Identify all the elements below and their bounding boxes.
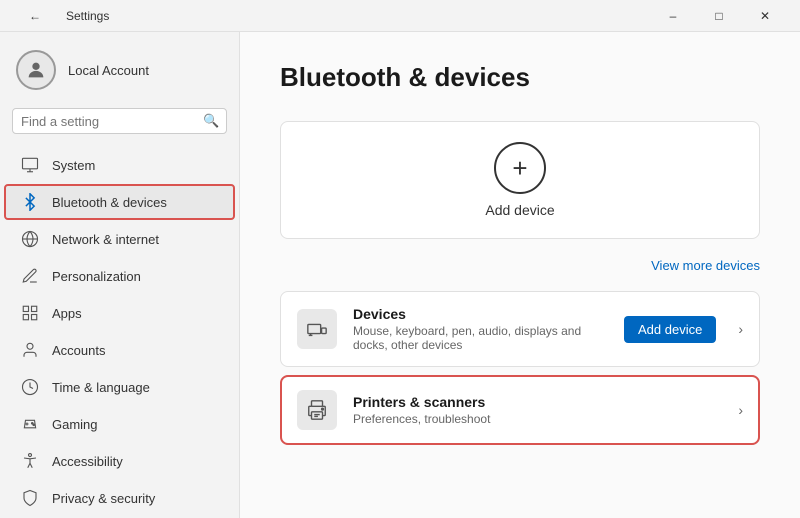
minimize-button[interactable]: – <box>650 0 696 32</box>
bluetooth-icon <box>20 192 40 212</box>
view-more-link: View more devices <box>280 251 760 291</box>
titlebar: ← Settings – □ ✕ <box>0 0 800 32</box>
printers-name: Printers & scanners <box>353 394 716 410</box>
printers-icon-svg <box>306 399 328 421</box>
printers-desc: Preferences, troubleshoot <box>353 412 716 426</box>
printers-chevron-icon: › <box>738 402 743 418</box>
user-name: Local Account <box>68 63 149 78</box>
sidebar-item-label: Apps <box>52 306 82 321</box>
apps-icon <box>20 303 40 323</box>
printers-info: Printers & scanners Preferences, trouble… <box>353 394 716 426</box>
add-device-plus-icon: + <box>494 142 546 194</box>
sidebar-item-system[interactable]: System <box>4 147 235 183</box>
devices-row[interactable]: Devices Mouse, keyboard, pen, audio, dis… <box>280 291 760 367</box>
titlebar-title: Settings <box>66 9 109 23</box>
sidebar-item-time[interactable]: Time & language <box>4 369 235 405</box>
user-section: Local Account <box>0 40 239 104</box>
devices-icon <box>297 309 337 349</box>
devices-chevron-icon: › <box>738 321 743 337</box>
personalization-icon <box>20 266 40 286</box>
search-input[interactable] <box>21 114 197 129</box>
sidebar-item-label: Accounts <box>52 343 105 358</box>
add-device-label: Add device <box>485 202 554 218</box>
sidebar-item-label: Accessibility <box>52 454 123 469</box>
view-more-devices-link[interactable]: View more devices <box>651 258 760 273</box>
sidebar-item-label: Network & internet <box>52 232 159 247</box>
sidebar-item-gaming[interactable]: Gaming <box>4 406 235 442</box>
sidebar-item-label: Gaming <box>52 417 98 432</box>
accounts-icon <box>20 340 40 360</box>
titlebar-left: ← Settings <box>12 0 109 32</box>
avatar <box>16 50 56 90</box>
devices-name: Devices <box>353 306 608 322</box>
sidebar-item-privacy[interactable]: Privacy & security <box>4 480 235 516</box>
sidebar-item-accounts[interactable]: Accounts <box>4 332 235 368</box>
nav-list: System Bluetooth & devices Network & int… <box>0 146 239 517</box>
privacy-icon <box>20 488 40 508</box>
system-icon <box>20 155 40 175</box>
sidebar-item-personalization[interactable]: Personalization <box>4 258 235 294</box>
close-button[interactable]: ✕ <box>742 0 788 32</box>
titlebar-controls: – □ ✕ <box>650 0 788 32</box>
sidebar-item-network[interactable]: Network & internet <box>4 221 235 257</box>
gaming-icon <box>20 414 40 434</box>
printers-icon <box>297 390 337 430</box>
page-title: Bluetooth & devices <box>280 62 760 93</box>
back-button[interactable]: ← <box>12 0 58 32</box>
sidebar-item-label: Personalization <box>52 269 141 284</box>
main-container: Local Account 🔍 System Bluetooth & devic… <box>0 32 800 518</box>
search-icon: 🔍 <box>203 113 219 129</box>
user-icon <box>25 59 47 81</box>
sidebar-item-label: System <box>52 158 95 173</box>
devices-desc: Mouse, keyboard, pen, audio, displays an… <box>353 324 608 352</box>
time-icon <box>20 377 40 397</box>
sidebar: Local Account 🔍 System Bluetooth & devic… <box>0 32 240 518</box>
sidebar-item-label: Time & language <box>52 380 150 395</box>
devices-icon-svg <box>306 318 328 340</box>
sidebar-item-bluetooth[interactable]: Bluetooth & devices <box>4 184 235 220</box>
devices-add-device-button[interactable]: Add device <box>624 316 716 343</box>
sidebar-item-label: Privacy & security <box>52 491 155 506</box>
devices-info: Devices Mouse, keyboard, pen, audio, dis… <box>353 306 608 352</box>
content-area: Bluetooth & devices + Add device View mo… <box>240 32 800 518</box>
sidebar-item-accessibility[interactable]: Accessibility <box>4 443 235 479</box>
accessibility-icon <box>20 451 40 471</box>
sidebar-item-label: Bluetooth & devices <box>52 195 167 210</box>
sidebar-item-apps[interactable]: Apps <box>4 295 235 331</box>
printers-row[interactable]: Printers & scanners Preferences, trouble… <box>280 375 760 445</box>
search-box[interactable]: 🔍 <box>12 108 227 134</box>
network-icon <box>20 229 40 249</box>
maximize-button[interactable]: □ <box>696 0 742 32</box>
add-device-card[interactable]: + Add device <box>280 121 760 239</box>
